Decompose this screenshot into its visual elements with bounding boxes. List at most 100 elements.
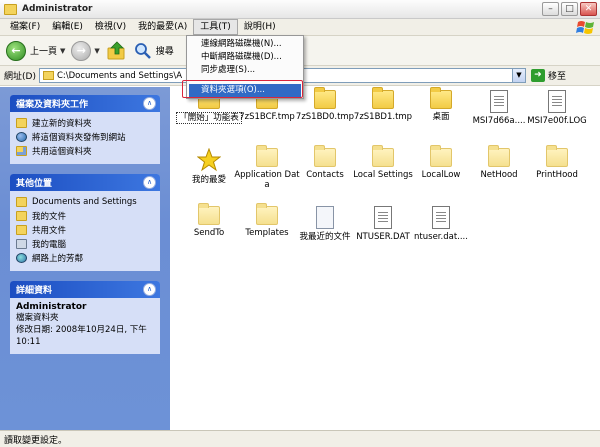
search-button[interactable]: 搜尋 bbox=[134, 39, 174, 63]
file-label: MSI7e00f.LOG bbox=[527, 116, 587, 126]
chevron-up-icon[interactable]: ∧ bbox=[143, 283, 156, 296]
panel-header[interactable]: 詳細資料 ∧ bbox=[10, 281, 160, 298]
computer-icon bbox=[16, 239, 27, 249]
window-controls: – □ ✕ bbox=[542, 2, 597, 16]
status-bar: 讀取變更設定。 bbox=[0, 430, 600, 447]
new-folder-icon bbox=[16, 118, 27, 128]
menu-disconnect-drive[interactable]: 中斷網路磁碟機(D)... bbox=[187, 51, 303, 64]
file-item[interactable]: Templates bbox=[234, 203, 300, 238]
file-label: 「開始」功能表 bbox=[176, 112, 242, 124]
maximize-button[interactable]: □ bbox=[561, 2, 578, 16]
file-label: ntuser.dat.... bbox=[414, 232, 468, 242]
chevron-up-icon[interactable]: ∧ bbox=[143, 97, 156, 110]
title-bar: Administrator – □ ✕ bbox=[0, 0, 600, 19]
document-icon bbox=[432, 206, 450, 229]
task-new-folder[interactable]: 建立新的資料夾 bbox=[16, 116, 154, 130]
task-publish-web[interactable]: 將這個資料夾發佈到網站 bbox=[16, 130, 154, 144]
file-item[interactable]: PrintHood bbox=[524, 145, 590, 180]
file-item[interactable]: LocalLow bbox=[408, 145, 474, 180]
folder-icon bbox=[16, 211, 27, 221]
file-tasks-panel: 檔案及資料夾工作 ∧ 建立新的資料夾 將這個資料夾發佈到網站 共用這個資料夾 bbox=[10, 95, 160, 164]
file-label: LocalLow bbox=[421, 170, 461, 180]
chevron-down-icon[interactable]: ▼ bbox=[94, 47, 99, 55]
folder-icon bbox=[4, 3, 17, 15]
place-my-computer[interactable]: 我的電腦 bbox=[16, 237, 154, 251]
panel-title: 詳細資料 bbox=[16, 286, 53, 296]
menu-synchronize[interactable]: 同步處理(S)... bbox=[187, 64, 303, 77]
task-share-folder[interactable]: 共用這個資料夾 bbox=[16, 144, 154, 158]
back-label: 上一頁 bbox=[30, 47, 58, 57]
place-documents-settings[interactable]: Documents and Settings bbox=[16, 195, 154, 209]
folder-icon bbox=[16, 197, 27, 207]
menu-edit[interactable]: 編輯(E) bbox=[46, 19, 89, 35]
up-button[interactable] bbox=[106, 39, 128, 63]
file-item[interactable]: Local Settings bbox=[350, 145, 416, 180]
place-label: 網路上的芳鄰 bbox=[32, 254, 84, 264]
file-item[interactable]: SendTo bbox=[176, 203, 242, 238]
file-label: SendTo bbox=[193, 228, 225, 238]
close-button[interactable]: ✕ bbox=[580, 2, 597, 16]
status-text: 讀取變更設定。 bbox=[4, 435, 68, 446]
file-label: 7zS1BD0.tmp bbox=[295, 112, 355, 122]
file-item[interactable]: NTUSER.DAT bbox=[350, 206, 416, 242]
file-label: Application Data bbox=[234, 170, 300, 190]
file-label: 7zS1BCF.tmp bbox=[239, 112, 295, 122]
task-label: 共用這個資料夾 bbox=[32, 147, 92, 157]
panel-header[interactable]: 其他位置 ∧ bbox=[10, 174, 160, 191]
go-button[interactable]: ➜ 移至 bbox=[530, 69, 566, 82]
file-list: 「開始」功能表 7zS1BCF.tmp 7zS1BD0.tmp 7zS1BD1.tmp… bbox=[170, 87, 600, 430]
go-arrow-icon: ➜ bbox=[530, 69, 545, 82]
menu-tools[interactable]: 工具(T) bbox=[193, 19, 238, 35]
folder-icon bbox=[256, 203, 278, 225]
other-places-panel: 其他位置 ∧ Documents and Settings 我的文件 共用文件 … bbox=[10, 174, 160, 271]
search-icon bbox=[134, 42, 151, 59]
file-label: 我的最愛 bbox=[191, 175, 226, 185]
menu-file[interactable]: 檔案(F) bbox=[4, 19, 46, 35]
menu-help[interactable]: 說明(H) bbox=[238, 19, 282, 35]
place-label: 我的文件 bbox=[32, 212, 67, 222]
file-item[interactable]: ntuser.dat.... bbox=[408, 206, 474, 242]
task-label: 將這個資料夾發佈到網站 bbox=[32, 133, 126, 143]
file-item[interactable]: MSI7e00f.LOG bbox=[524, 90, 590, 126]
back-button[interactable]: ← 上一頁 ▼ bbox=[6, 39, 65, 63]
file-item[interactable]: 桌面 bbox=[408, 87, 474, 122]
file-label: MSI7d66a.... bbox=[472, 116, 526, 126]
document-icon bbox=[548, 90, 566, 113]
menu-favorites[interactable]: 我的最愛(A) bbox=[132, 19, 193, 35]
details-panel: 詳細資料 ∧ Administrator 檔案資料夾 修改日期: 2008年10… bbox=[10, 281, 160, 354]
folder-icon bbox=[430, 145, 452, 167]
file-label: NetHood bbox=[480, 170, 518, 180]
panel-body: Documents and Settings 我的文件 共用文件 我的電腦 網路… bbox=[10, 191, 160, 271]
task-pane: 檔案及資料夾工作 ∧ 建立新的資料夾 將這個資料夾發佈到網站 共用這個資料夾 其… bbox=[0, 87, 170, 430]
document-icon bbox=[374, 206, 392, 229]
chevron-up-icon[interactable]: ∧ bbox=[143, 176, 156, 189]
forward-button[interactable]: → ▼ bbox=[71, 39, 100, 63]
menu-view[interactable]: 檢視(V) bbox=[89, 19, 132, 35]
file-item[interactable]: 7zS1BD1.tmp bbox=[350, 87, 416, 122]
file-item[interactable]: 我最近的文件 bbox=[292, 206, 358, 242]
place-my-documents[interactable]: 我的文件 bbox=[16, 209, 154, 223]
file-label: Local Settings bbox=[353, 170, 413, 180]
windows-logo-icon bbox=[576, 21, 594, 34]
file-label: 桌面 bbox=[432, 112, 450, 122]
address-dropdown-button[interactable]: ▼ bbox=[511, 69, 525, 82]
place-shared-documents[interactable]: 共用文件 bbox=[16, 223, 154, 237]
file-item[interactable]: NetHood bbox=[466, 145, 532, 180]
file-item[interactable]: 我的最愛 bbox=[176, 147, 242, 185]
place-network[interactable]: 網路上的芳鄰 bbox=[16, 251, 154, 265]
panel-header[interactable]: 檔案及資料夾工作 ∧ bbox=[10, 95, 160, 112]
menu-map-drive[interactable]: 連線網路磁碟機(N)... bbox=[187, 38, 303, 51]
document-icon bbox=[490, 90, 508, 113]
details-time: 10:11 bbox=[16, 337, 41, 347]
chevron-down-icon[interactable]: ▼ bbox=[60, 47, 65, 55]
search-label: 搜尋 bbox=[155, 47, 174, 57]
folder-icon bbox=[372, 87, 394, 109]
share-folder-icon bbox=[16, 146, 27, 156]
address-path[interactable]: C:\Documents and Settings\Administrator bbox=[57, 71, 182, 81]
minimize-button[interactable]: – bbox=[542, 2, 559, 16]
panel-title: 其他位置 bbox=[16, 179, 53, 189]
file-item[interactable]: Application Data bbox=[234, 145, 300, 190]
file-item[interactable]: MSI7d66a.... bbox=[466, 90, 532, 126]
file-item[interactable]: Contacts bbox=[292, 145, 358, 180]
file-label: Templates bbox=[245, 228, 289, 238]
